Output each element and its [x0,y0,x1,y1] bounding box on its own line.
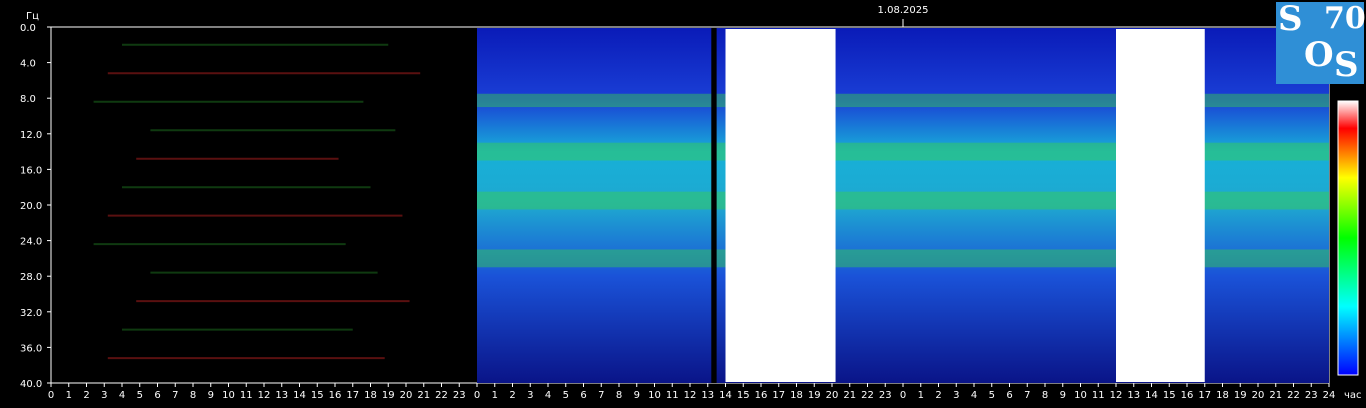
date-label: 1.08.2025 [878,5,929,16]
x-axis-label: час [1344,390,1362,401]
x-tick-label: 0 [48,390,54,401]
y-tick-label: 16.0 [20,165,42,176]
x-tick-label: 8 [616,390,622,401]
x-tick-label: 17 [346,390,359,401]
saturation-region [1116,29,1205,382]
x-tick-label: 1 [918,390,924,401]
x-tick-label: 24 [1323,390,1336,401]
x-tick-label: 3 [101,390,107,401]
x-tick-label: 16 [755,390,768,401]
x-tick-label: 12 [258,390,271,401]
saturation-region [725,29,836,382]
x-tick-label: 11 [1092,390,1105,401]
x-tick-label: 5 [989,390,995,401]
x-tick-label: 4 [971,390,977,401]
x-tick-label: 1 [66,390,72,401]
y-tick-label: 20.0 [20,201,42,212]
x-tick-label: 9 [208,390,214,401]
x-tick-label: 20 [400,390,413,401]
y-tick-label: 8.0 [20,94,36,105]
x-tick-label: 20 [1252,390,1265,401]
y-axis-label: Гц [26,11,39,22]
x-tick-label: 19 [1234,390,1247,401]
x-tick-label: 14 [719,390,732,401]
x-tick-label: 3 [953,390,959,401]
x-tick-label: 17 [772,390,785,401]
x-tick-label: 20 [826,390,839,401]
x-tick-label: 17 [1198,390,1211,401]
sos70-logo: S 70 O S [1276,0,1366,85]
x-tick-label: 16 [1181,390,1194,401]
x-tick-label: 9 [1060,390,1066,401]
x-tick-label: 1 [492,390,498,401]
x-tick-label: 5 [563,390,569,401]
x-tick-label: 18 [364,390,377,401]
logo-number: 70 [1324,1,1366,36]
x-tick-label: 7 [1024,390,1030,401]
x-tick-label: 19 [808,390,821,401]
x-tick-label: 6 [1006,390,1012,401]
x-tick-label: 19 [382,390,395,401]
y-tick-label: 12.0 [20,130,42,141]
x-tick-label: 21 [1269,390,1282,401]
spectrogram-chart: 0.0 4.0 8.0 12.0 16.0 20.0 24.0 28.0 32.0 36.0 40.… [20,5,1362,401]
x-tick-label: 4 [545,390,551,401]
x-tick-label: 16 [329,390,342,401]
x-tick-label: 10 [1074,390,1087,401]
y-tick-label: 36.0 [20,343,42,354]
x-tick-label: 15 [1163,390,1176,401]
x-tick-label: 7 [172,390,178,401]
x-tick-label: 0 [900,390,906,401]
x-tick-label: 23 [453,390,466,401]
x-tick-label: 8 [1042,390,1048,401]
logo-letter-o: O [1304,35,1334,75]
x-tick-label: 10 [648,390,661,401]
y-tick-label: 4.0 [20,59,36,70]
x-tick-label: 15 [311,390,324,401]
y-axis: 0.0 4.0 8.0 12.0 16.0 20.0 24.0 28.0 32.0 36.0 40.… [20,23,51,390]
y-tick-label: 28.0 [20,272,42,283]
x-tick-label: 2 [83,390,89,401]
x-tick-label: 2 [509,390,515,401]
x-tick-label: 22 [861,390,874,401]
x-tick-label: 22 [435,390,448,401]
x-tick-label: 4 [119,390,125,401]
x-tick-label: 6 [154,390,160,401]
x-tick-label: 12 [684,390,697,401]
x-tick-label: 23 [1305,390,1318,401]
x-tick-label: 14 [293,390,306,401]
x-tick-label: 13 [275,390,288,401]
x-tick-label: 18 [1216,390,1229,401]
x-tick-label: 10 [222,390,235,401]
x-tick-label: 13 [1127,390,1140,401]
x-tick-label: 6 [580,390,586,401]
x-tick-label: 11 [240,390,253,401]
logo-letter-s-second: S [1334,45,1359,85]
x-tick-label: 13 [701,390,714,401]
y-tick-label: 24.0 [20,237,42,248]
x-tick-label: 18 [790,390,803,401]
colorbar [1337,100,1359,376]
y-tick-label: 40.0 [20,379,42,390]
x-tick-label: 7 [598,390,604,401]
x-tick-label: 23 [879,390,892,401]
x-tick-label: 9 [634,390,640,401]
x-tick-label: 22 [1287,390,1300,401]
x-tick-label: 12 [1110,390,1123,401]
x-axis: 0 1 2 3 4 5 6 7 8 9 10 11 12 13 14 15 16 17 18 19 20 21 22 23 0 1… [48,383,1336,401]
x-tick-label: 11 [666,390,679,401]
x-tick-label: 0 [474,390,480,401]
y-tick-label: 0.0 [20,23,36,34]
x-tick-label: 5 [137,390,143,401]
x-tick-label: 14 [1145,390,1158,401]
x-tick-label: 21 [843,390,856,401]
data-gap [711,28,717,383]
logo-letter-s: S [1278,0,1303,39]
x-tick-label: 3 [527,390,533,401]
x-tick-label: 2 [935,390,941,401]
x-tick-label: 15 [737,390,750,401]
x-tick-label: 21 [417,390,430,401]
y-tick-label: 32.0 [20,308,42,319]
x-tick-label: 8 [190,390,196,401]
